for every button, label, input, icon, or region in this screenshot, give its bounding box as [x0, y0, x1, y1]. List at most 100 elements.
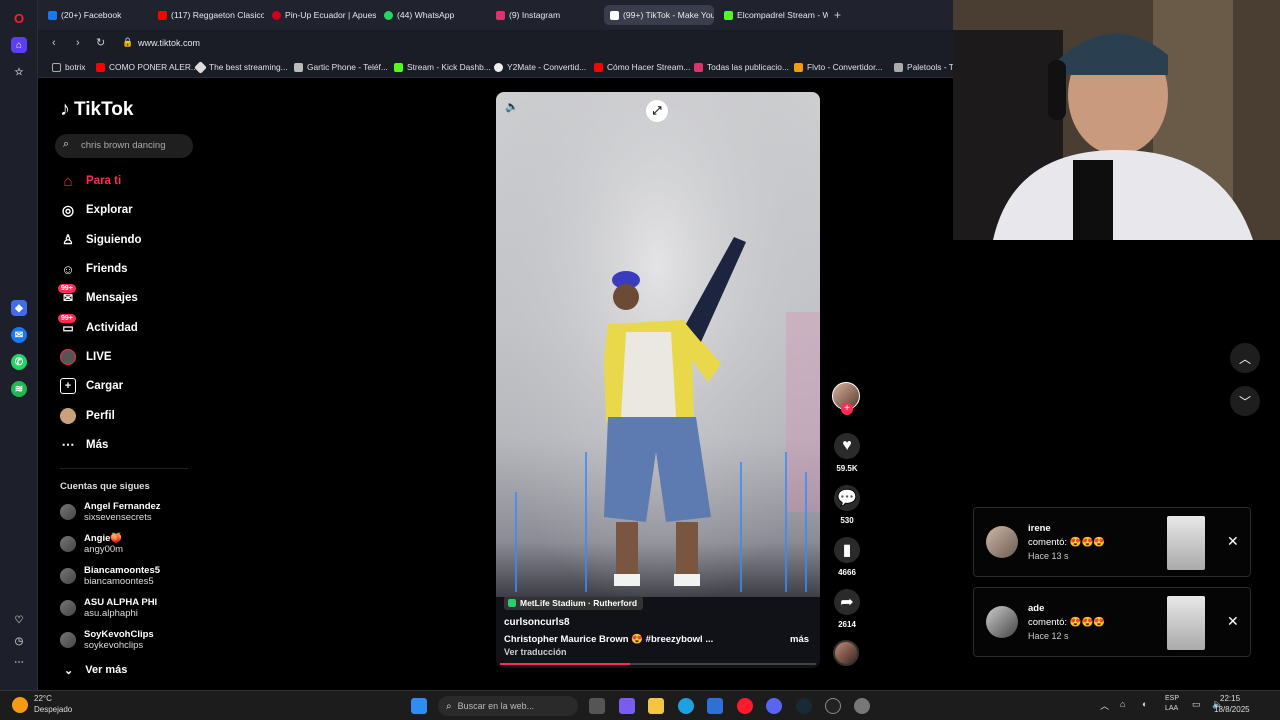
- nav-cargar[interactable]: + Cargar: [60, 378, 123, 394]
- share-icon[interactable]: ➦: [834, 589, 860, 615]
- nav-explorar[interactable]: ◎ Explorar: [60, 202, 133, 218]
- heart-icon[interactable]: ♥: [834, 433, 860, 459]
- bookmark-item[interactable]: COMO PONER ALER...: [96, 62, 198, 72]
- pinboard-icon[interactable]: ☆: [11, 64, 27, 80]
- bookmark-item[interactable]: Todas las publicacio...: [694, 62, 789, 72]
- clock-time[interactable]: 22:15: [1220, 694, 1240, 703]
- following-account[interactable]: Biancamoontes5 biancamoontes5: [60, 565, 160, 587]
- settings-icon[interactable]: [854, 698, 870, 714]
- copilot-icon[interactable]: [619, 698, 635, 714]
- taskbar-search-input[interactable]: Buscar en la web...: [458, 701, 535, 711]
- following-account[interactable]: Angie🍑 angy00m: [60, 533, 123, 555]
- comment-notification[interactable]: ade comentó: 😍😍😍 Hace 12 s ✕: [973, 587, 1251, 657]
- messenger-icon[interactable]: ✉: [11, 327, 27, 343]
- edge-icon[interactable]: [678, 698, 694, 714]
- input-language[interactable]: ESP: [1165, 695, 1179, 702]
- search-input[interactable]: chris brown dancing: [81, 140, 166, 151]
- translate-link[interactable]: Ver traducción: [504, 647, 567, 657]
- nav-actividad[interactable]: ▭ 99+ Actividad: [58, 314, 138, 336]
- video-thumbnail[interactable]: [1167, 596, 1205, 650]
- progress-track[interactable]: [500, 663, 816, 665]
- tab-instagram[interactable]: (9) Instagram: [490, 5, 600, 25]
- volume-icon[interactable]: 🔈: [505, 100, 519, 113]
- opera-logo-icon[interactable]: O: [11, 10, 27, 26]
- tab-youtube[interactable]: (117) Reggaeton Clasico Vi: [152, 5, 264, 25]
- whatsapp-icon[interactable]: ✆: [11, 354, 27, 370]
- comment-icon[interactable]: 💬: [834, 485, 860, 511]
- save-action[interactable]: ▮ 4666: [834, 537, 860, 577]
- video-thumbnail[interactable]: [1167, 516, 1205, 570]
- url-field[interactable]: www.tiktok.com: [138, 38, 200, 48]
- like-action[interactable]: ♥ 59.5K: [834, 433, 860, 473]
- bookmark-item[interactable]: Flvto - Convertidor...: [794, 62, 882, 72]
- tab-pinup[interactable]: Pin-Up Ecuador | Apuesta: [266, 5, 376, 25]
- nav-live[interactable]: LIVE: [60, 349, 112, 365]
- opera-icon[interactable]: [737, 698, 753, 714]
- bookmark-item[interactable]: Paletools - T: [894, 62, 954, 72]
- author-avatar[interactable]: +: [832, 382, 860, 415]
- comment-action[interactable]: 💬 530: [834, 485, 860, 525]
- search-box[interactable]: ⌕ chris brown dancing: [55, 134, 193, 158]
- tab-whatsapp[interactable]: (44) WhatsApp: [378, 5, 486, 25]
- see-more-button[interactable]: ⌄ Ver más: [64, 664, 127, 677]
- reload-icon[interactable]: ↻: [96, 36, 105, 49]
- bookmark-item[interactable]: Stream - Kick Dashb...: [394, 62, 491, 72]
- video-author[interactable]: curlsoncurls8: [504, 617, 570, 628]
- video-player[interactable]: 🔈 ⤢ MetLife Stadium · Rutherford curlson…: [496, 92, 820, 668]
- tab-facebook[interactable]: (20+) Facebook: [42, 5, 150, 25]
- mic-icon[interactable]: ◐: [1142, 699, 1147, 709]
- share-action[interactable]: ➦ 2614: [834, 589, 860, 629]
- bookmark-item[interactable]: botrix: [52, 62, 85, 72]
- following-account[interactable]: Angel Fernandez sixsevensecrets: [60, 501, 161, 523]
- follow-plus-icon[interactable]: +: [841, 403, 853, 415]
- caption-more-button[interactable]: más: [790, 634, 809, 645]
- home-icon[interactable]: ⌂: [11, 37, 27, 53]
- display-icon[interactable]: ▭: [1192, 699, 1201, 710]
- back-icon[interactable]: ‹: [52, 37, 56, 49]
- bookmark-item[interactable]: Gartic Phone - Teléf...: [294, 62, 388, 72]
- comment-notification[interactable]: irene comentó: 😍😍😍 Hace 13 s ✕: [973, 507, 1251, 577]
- nav-para-ti[interactable]: ⌂ Para ti: [60, 173, 121, 190]
- bookmark-item[interactable]: Cómo Hacer Stream...: [594, 62, 690, 72]
- following-account[interactable]: SoyKevohClips soykevohclips: [60, 629, 154, 651]
- search-icon: ⌕: [63, 138, 70, 150]
- network-icon[interactable]: ⌂: [1120, 699, 1125, 709]
- tiktok-logo[interactable]: ♪ TikTok: [60, 98, 133, 121]
- forward-icon[interactable]: ›: [76, 37, 80, 49]
- weather-icon[interactable]: [12, 697, 28, 713]
- file-explorer-icon[interactable]: [648, 698, 664, 714]
- bookmark-item[interactable]: The best streaming...: [194, 60, 288, 74]
- new-tab-button[interactable]: +: [834, 8, 841, 22]
- steam-icon[interactable]: [796, 698, 812, 714]
- bookmark-item[interactable]: Y2Mate - Convertid...: [494, 62, 586, 72]
- nav-siguiendo[interactable]: ♙ Siguiendo: [60, 232, 141, 248]
- obs-icon[interactable]: [825, 698, 841, 714]
- heart-icon[interactable]: ♡: [11, 612, 27, 628]
- bookmark-icon[interactable]: ▮: [834, 537, 860, 563]
- task-view-icon[interactable]: [589, 698, 605, 714]
- previous-video-button[interactable]: ︿: [1230, 343, 1260, 373]
- following-account[interactable]: ASU ALPHA PHI asu.alphaphi: [60, 597, 157, 619]
- location-tag[interactable]: MetLife Stadium · Rutherford: [504, 596, 644, 610]
- windows-start-icon[interactable]: [411, 698, 427, 714]
- history-icon[interactable]: ◷: [11, 633, 27, 649]
- nav-perfil[interactable]: Perfil: [60, 408, 115, 424]
- share-count: 2614: [838, 620, 856, 629]
- sound-disc-icon[interactable]: [833, 640, 859, 666]
- spotify-icon[interactable]: ≋: [11, 381, 27, 397]
- close-icon[interactable]: ✕: [1227, 613, 1239, 630]
- taskbar-search[interactable]: ⌕ Buscar en la web...: [438, 696, 578, 716]
- more-icon[interactable]: ⋯: [11, 654, 27, 670]
- nav-friends[interactable]: ☺ Friends: [60, 261, 127, 277]
- tab-kick[interactable]: Elcompadrel Stream - Wa: [718, 5, 828, 25]
- nav-mensajes[interactable]: ✉ 99+ Mensajes: [58, 284, 138, 306]
- aria-icon[interactable]: ◆: [11, 300, 27, 316]
- fullscreen-icon[interactable]: ⤢: [646, 100, 668, 122]
- store-icon[interactable]: [707, 698, 723, 714]
- chevron-up-icon[interactable]: ︿: [1100, 699, 1109, 712]
- close-icon[interactable]: ✕: [1227, 533, 1239, 550]
- nav-mas[interactable]: ⋯ Más: [60, 437, 109, 453]
- next-video-button[interactable]: ﹀: [1230, 386, 1260, 416]
- tab-tiktok[interactable]: (99+) TikTok - Make Your D: [604, 5, 714, 25]
- discord-icon[interactable]: [766, 698, 782, 714]
